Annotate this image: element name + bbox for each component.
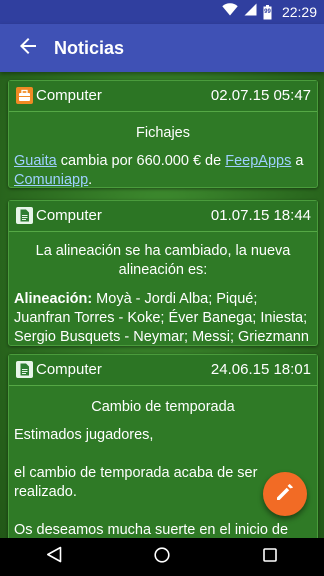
player-link[interactable]: Guaita: [14, 153, 57, 169]
page-title: Noticias: [54, 38, 125, 58]
card-date: 02.07.15 05:47: [210, 87, 311, 104]
status-time: 22:29: [281, 4, 317, 20]
body-paragraph: Estimados jugadores,: [14, 427, 154, 443]
news-card[interactable]: Computer 01.07.15 18:44 La alineación se…: [8, 200, 318, 346]
back-button[interactable]: [8, 28, 48, 68]
navigation-bar: [0, 538, 324, 576]
signal-icon: [244, 3, 257, 21]
card-title: Fichajes: [136, 125, 190, 141]
pencil-icon: [275, 482, 295, 507]
card-body: Alineación: Moyà - Jordi Alba; Piqué; Ju…: [9, 290, 317, 347]
document-icon: [16, 207, 33, 224]
circle-home-icon: [154, 546, 170, 568]
card-header: Computer 01.07.15 18:44: [9, 201, 317, 232]
arrow-back-icon: [19, 37, 37, 60]
body-paragraph: Os deseamos mucha suerte en el inicio de…: [14, 522, 289, 538]
card-author: Computer: [36, 87, 102, 104]
document-icon: [16, 361, 33, 378]
app-toolbar: Noticias: [0, 24, 324, 72]
status-icons: 99: [222, 3, 272, 21]
nav-back-button[interactable]: [34, 538, 74, 576]
status-bar: 99 22:29: [0, 0, 324, 24]
card-date: 24.06.15 18:01: [210, 361, 311, 378]
card-date: 01.07.15 18:44: [210, 207, 311, 224]
body-text: .: [88, 172, 93, 188]
team-link[interactable]: Comuniapp: [14, 172, 88, 188]
card-author: Computer: [36, 207, 102, 224]
square-recents-icon: [263, 547, 277, 567]
triangle-back-icon: [46, 546, 62, 568]
card-title: La alineación se ha cambiado, la nueva a…: [35, 243, 291, 278]
body-text: cambia por 660.000 € de: [56, 153, 226, 169]
card-author: Computer: [36, 361, 102, 378]
body-text: a: [291, 153, 304, 169]
nav-recents-button[interactable]: [250, 538, 290, 576]
card-title: Cambio de temporada: [91, 399, 235, 415]
card-header: Computer 02.07.15 05:47: [9, 81, 317, 112]
battery-icon: 99: [263, 4, 272, 20]
team-link[interactable]: FeepApps: [225, 153, 291, 169]
news-card[interactable]: Computer 02.07.15 05:47 Fichajes Guaita …: [8, 80, 318, 188]
lineup-label: Alineación:: [14, 291, 93, 307]
card-header: Computer 24.06.15 18:01: [9, 355, 317, 386]
compose-button[interactable]: [263, 472, 307, 516]
news-list[interactable]: Computer 02.07.15 05:47 Fichajes Guaita …: [0, 72, 324, 538]
wifi-icon: [222, 3, 238, 21]
card-body: Guaita cambia por 660.000 € de FeepApps …: [9, 152, 317, 190]
nav-home-button[interactable]: [142, 538, 182, 576]
battery-level: 99: [264, 8, 271, 15]
briefcase-icon: [16, 87, 33, 104]
